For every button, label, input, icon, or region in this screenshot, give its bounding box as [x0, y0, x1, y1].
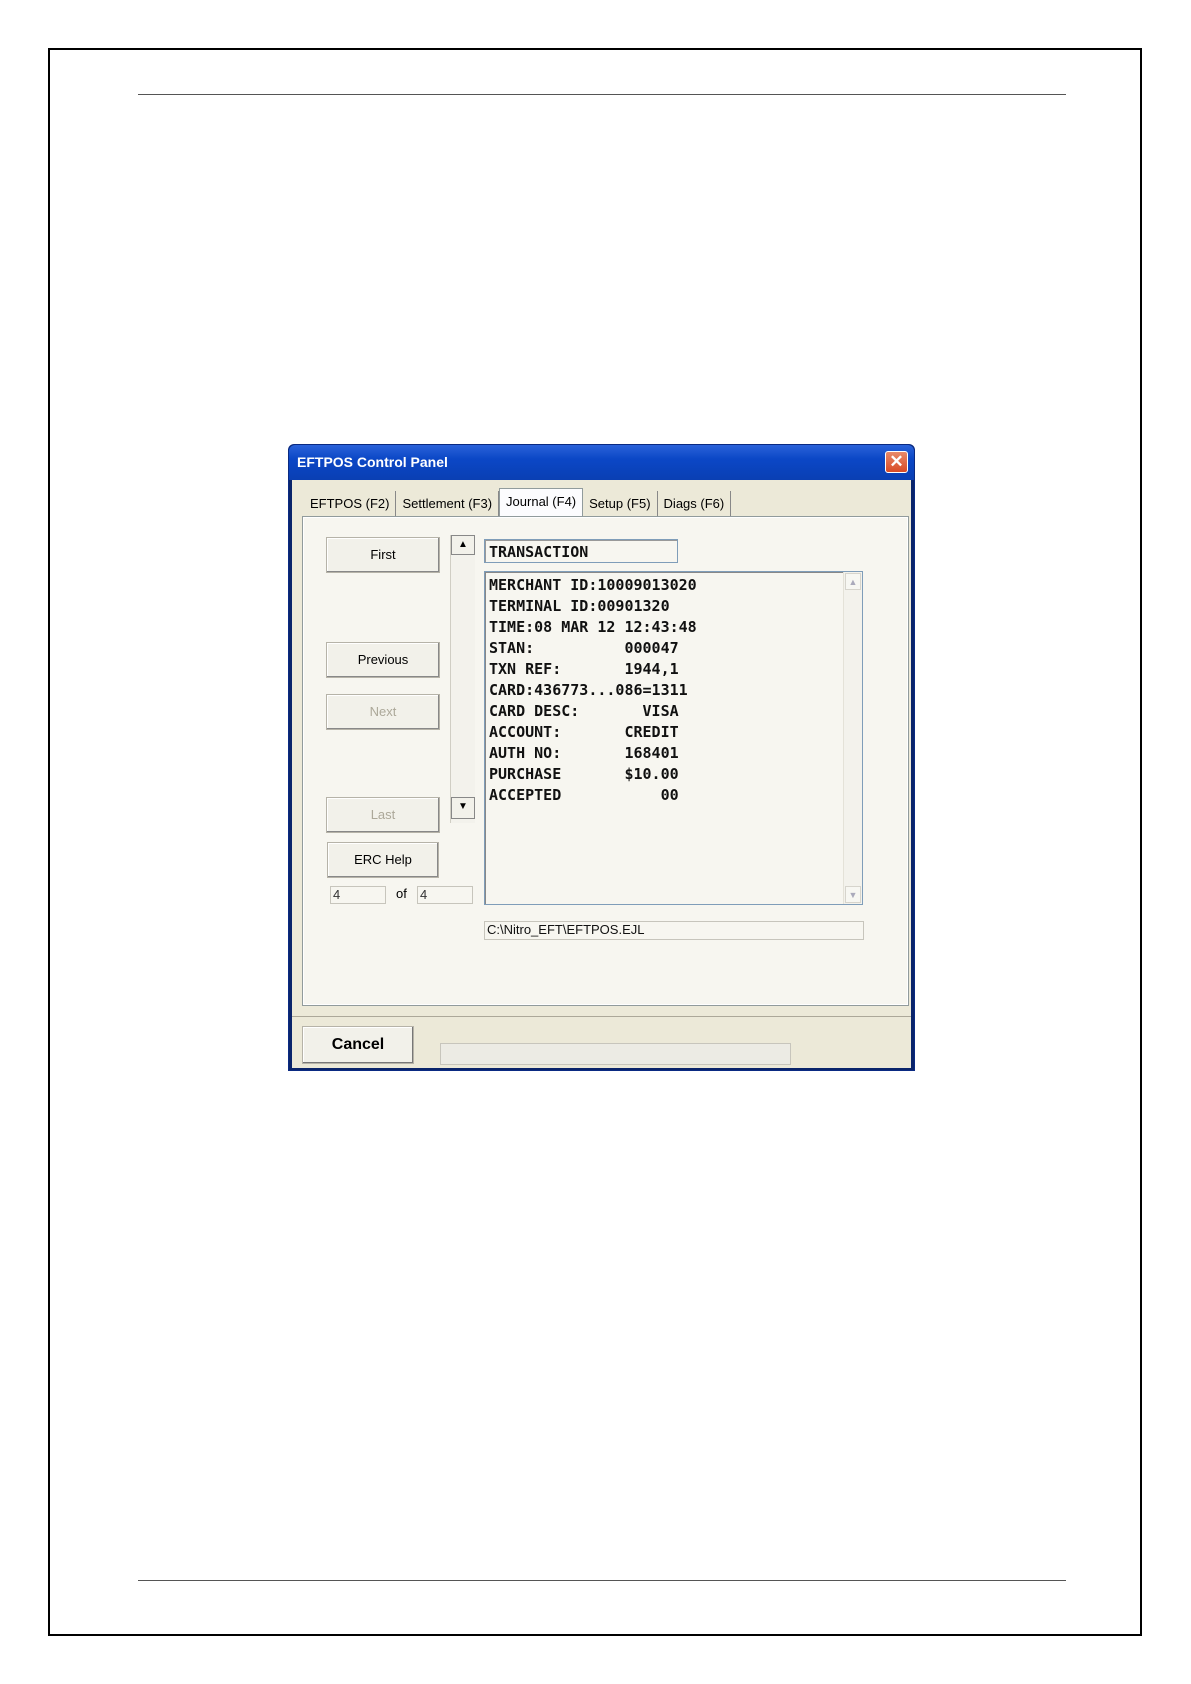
- journal-line: AUTH NO: 168401: [489, 744, 679, 762]
- scroll-down-icon[interactable]: ▼: [451, 797, 475, 819]
- journal-line: TERMINAL ID:00901320: [489, 597, 670, 615]
- tab-setup[interactable]: Setup (F5): [583, 491, 658, 517]
- status-field: [440, 1043, 791, 1065]
- journal-line: TIME:08 MAR 12 12:43:48: [489, 618, 697, 636]
- title-bar[interactable]: EFTPOS Control Panel ✕: [289, 445, 914, 480]
- journal-line: MERCHANT ID:10009013020: [489, 576, 697, 594]
- next-button[interactable]: Next: [326, 694, 440, 730]
- tab-diags[interactable]: Diags (F6): [657, 491, 732, 517]
- journal-tab-panel: First Previous Next Last ERC Help ▲ ▼ 4 …: [302, 516, 909, 1006]
- tab-settlement[interactable]: Settlement (F3): [396, 491, 500, 517]
- close-icon[interactable]: ✕: [885, 451, 908, 473]
- record-scrollbar[interactable]: ▲ ▼: [450, 535, 475, 823]
- journal-line: CARD DESC: VISA: [489, 702, 679, 720]
- footer-separator: [292, 1016, 911, 1017]
- erc-help-button[interactable]: ERC Help: [327, 842, 439, 878]
- window-client-area: EFTPOS (F2) Settlement (F3) Journal (F4)…: [292, 480, 911, 1068]
- first-button[interactable]: First: [326, 537, 440, 573]
- total-records-field[interactable]: 4: [417, 886, 473, 904]
- transaction-header-field[interactable]: TRANSACTION: [484, 539, 678, 563]
- journal-line: STAN: 000047: [489, 639, 679, 657]
- journal-line: CARD:436773...086=1311: [489, 681, 688, 699]
- journal-scroll-down-icon[interactable]: ▼: [845, 886, 861, 903]
- header-rule: [138, 94, 1066, 95]
- journal-file-path: C:\Nitro_EFT\EFTPOS.EJL: [484, 921, 864, 940]
- journal-text-area[interactable]: MERCHANT ID:10009013020 TERMINAL ID:00901…: [484, 571, 863, 905]
- tab-eftpos[interactable]: EFTPOS (F2): [304, 491, 397, 517]
- journal-receipt-text: MERCHANT ID:10009013020 TERMINAL ID:00901…: [489, 575, 697, 806]
- previous-button[interactable]: Previous: [326, 642, 440, 678]
- journal-line: TXN REF: 1944,1: [489, 660, 679, 678]
- journal-line: ACCEPTED 00: [489, 786, 679, 804]
- tab-journal[interactable]: Journal (F4): [499, 488, 584, 518]
- journal-scrollbar[interactable]: ▲ ▼: [843, 572, 862, 904]
- cancel-button[interactable]: Cancel: [302, 1026, 414, 1064]
- scroll-up-icon[interactable]: ▲: [451, 535, 475, 555]
- tab-strip: EFTPOS (F2) Settlement (F3) Journal (F4)…: [304, 488, 732, 518]
- current-record-field[interactable]: 4: [330, 886, 386, 904]
- eftpos-control-panel-window: EFTPOS Control Panel ✕ EFTPOS (F2) Settl…: [288, 444, 915, 1071]
- window-title: EFTPOS Control Panel: [297, 454, 448, 470]
- journal-line: PURCHASE $10.00: [489, 765, 679, 783]
- journal-line: ACCOUNT: CREDIT: [489, 723, 679, 741]
- of-label: of: [396, 886, 407, 901]
- footer-rule: [138, 1580, 1066, 1581]
- journal-scroll-up-icon[interactable]: ▲: [845, 573, 861, 590]
- last-button[interactable]: Last: [326, 797, 440, 833]
